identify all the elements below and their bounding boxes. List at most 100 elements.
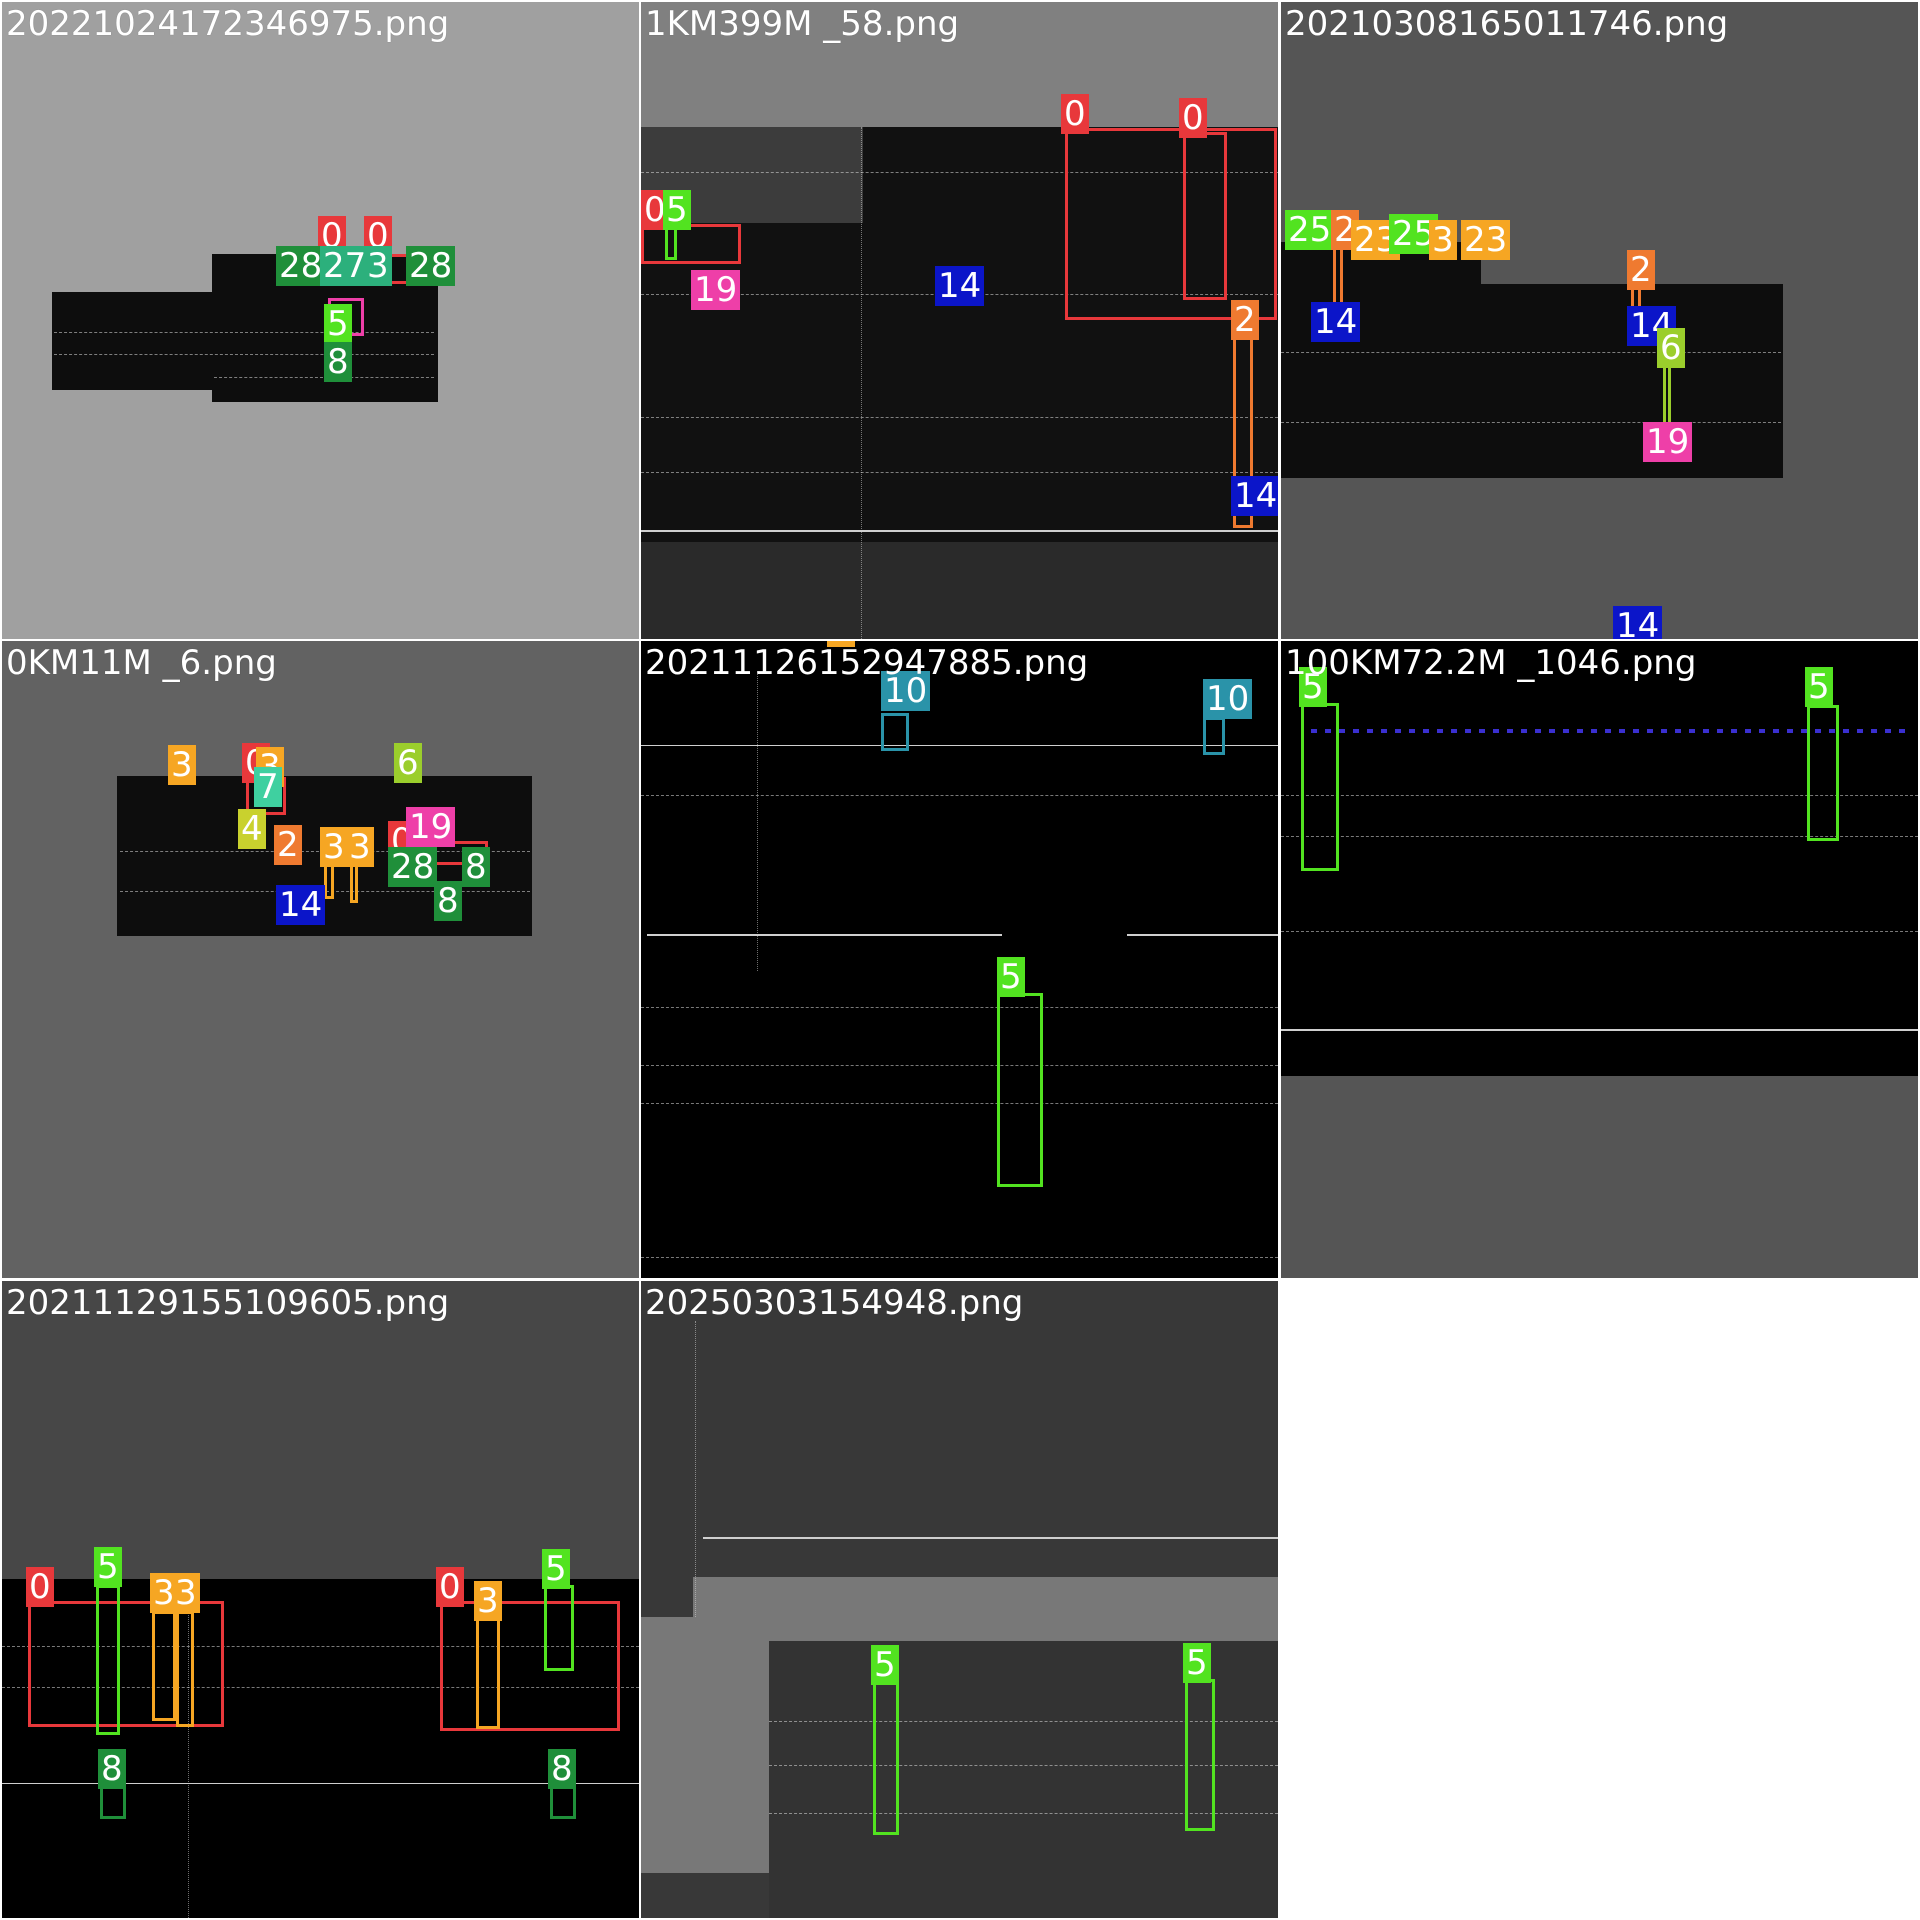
grid-line (641, 472, 1278, 473)
class-label: 28 (388, 847, 438, 887)
class-label: 3 (168, 745, 196, 785)
tile-grid-divider (639, 0, 641, 1920)
tile-3: 0KM11M _6.png 3 0 3 7 6 4 2 3 3 0 19 28 … (2, 641, 639, 1278)
class-label: 14 (935, 266, 985, 306)
class-label: 4 (238, 809, 266, 849)
grid-line (641, 1065, 1278, 1066)
class-label: 0 (1179, 98, 1207, 138)
class-label: 14 (276, 885, 326, 925)
tile-grid-divider (0, 639, 1920, 641)
class-label: 2 (1627, 250, 1655, 290)
tile-1: 1KM399M _58.png 0 0 0 5 19 14 2 14 (641, 2, 1278, 639)
divider (1281, 1029, 1918, 1031)
class-label: 0 (436, 1567, 464, 1607)
class-label: 5 (324, 304, 352, 344)
tile-title: 1KM399M _58.png (645, 4, 960, 44)
class-label: 5 (1805, 667, 1833, 707)
tile-4: 20211126152947885.png 3 10 10 5 (641, 641, 1278, 1278)
detection-box (1183, 132, 1227, 300)
class-label: 3 (1429, 220, 1457, 260)
class-label: 8 (548, 1749, 576, 1789)
image-panel (641, 1281, 1278, 1577)
class-label: 0 (1061, 94, 1089, 134)
class-label: 6 (394, 743, 422, 783)
tile-0: 20221024172346975.png 0 0 28 27 3 28 5 8 (2, 2, 639, 639)
detection-box (176, 1611, 194, 1727)
detection-box (1185, 1679, 1215, 1831)
class-label: 14 (1311, 302, 1361, 342)
class-label: 8 (434, 881, 462, 921)
class-label: 10 (1203, 679, 1253, 719)
grid-line (695, 1321, 696, 1617)
detection-box (544, 1585, 574, 1671)
class-label: 27 (320, 246, 370, 286)
class-label: 3 (172, 1573, 200, 1613)
class-label: 2 (1231, 300, 1259, 340)
class-label: 8 (462, 847, 490, 887)
tile-title: 20211129155109605.png (6, 1283, 450, 1323)
grid-line (641, 1103, 1278, 1104)
grid-line (54, 354, 434, 355)
class-label: 3 (320, 827, 348, 867)
class-label: 23 (1461, 220, 1511, 260)
image-panel (641, 1577, 693, 1617)
divider (641, 745, 1278, 746)
class-label: 28 (276, 246, 326, 286)
class-label: 2 (274, 825, 302, 865)
image-panel (641, 1873, 769, 1918)
class-label: 3 (474, 1581, 502, 1621)
class-label: 28 (406, 246, 456, 286)
detection-box (1065, 128, 1277, 320)
detection-box (1301, 703, 1339, 871)
divider (647, 934, 1002, 936)
divider (641, 530, 1278, 532)
class-label: 19 (691, 270, 741, 310)
grid-line (1281, 352, 1781, 353)
detection-box (28, 1601, 224, 1727)
class-label: 25 (1285, 210, 1335, 250)
image-panel (1281, 242, 1481, 478)
tile-grid-divider (0, 1279, 1920, 1281)
detection-box (96, 1585, 120, 1735)
class-label: 14 (1231, 476, 1278, 516)
grid-line (1281, 422, 1781, 423)
class-label: 3 (346, 827, 374, 867)
tile-2: 20210308165011746.png 25 2 23 25 3 23 14… (1281, 2, 1918, 639)
class-label: 5 (1183, 1643, 1211, 1683)
tile-title: 100KM72.2M _1046.png (1285, 643, 1697, 683)
tile-7: 20250303154948.png 5 5 (641, 1281, 1278, 1918)
tile-5: 100KM72.2M _1046.png 5 5 (1281, 641, 1918, 1278)
grid-line (641, 1257, 1278, 1258)
detection-box (440, 1601, 620, 1731)
grid-line (641, 417, 1278, 418)
detection-box (1203, 717, 1225, 755)
detection-box (350, 863, 358, 903)
class-label: 8 (324, 342, 352, 382)
tile-title: 20210308165011746.png (1285, 4, 1729, 44)
image-panel (641, 542, 1278, 639)
tile-title: 20211126152947885.png (645, 643, 1089, 683)
class-label: 5 (997, 957, 1025, 997)
grid-line (641, 795, 1278, 796)
tile-6: 20211129155109605.png 0 5 3 3 0 3 5 8 8 (2, 1281, 639, 1918)
detection-box (881, 713, 909, 751)
detection-box (641, 224, 741, 264)
class-label: 7 (254, 767, 282, 807)
class-label: 8 (98, 1749, 126, 1789)
detection-box (100, 1785, 126, 1819)
tile-title: 20221024172346975.png (6, 4, 450, 44)
grid-line (861, 127, 862, 639)
detection-box (152, 1611, 176, 1721)
grid-line (1281, 931, 1918, 932)
class-label: 6 (1657, 328, 1685, 368)
grid-line (54, 332, 434, 333)
class-label: 5 (94, 1547, 122, 1587)
class-label: 19 (406, 807, 456, 847)
divider (1127, 934, 1278, 936)
grid-line (757, 671, 758, 971)
class-label: 14 (1613, 606, 1663, 639)
detection-box (1807, 705, 1839, 841)
detection-box (873, 1681, 899, 1835)
class-label: 5 (871, 1645, 899, 1685)
class-label: 3 (364, 246, 392, 286)
